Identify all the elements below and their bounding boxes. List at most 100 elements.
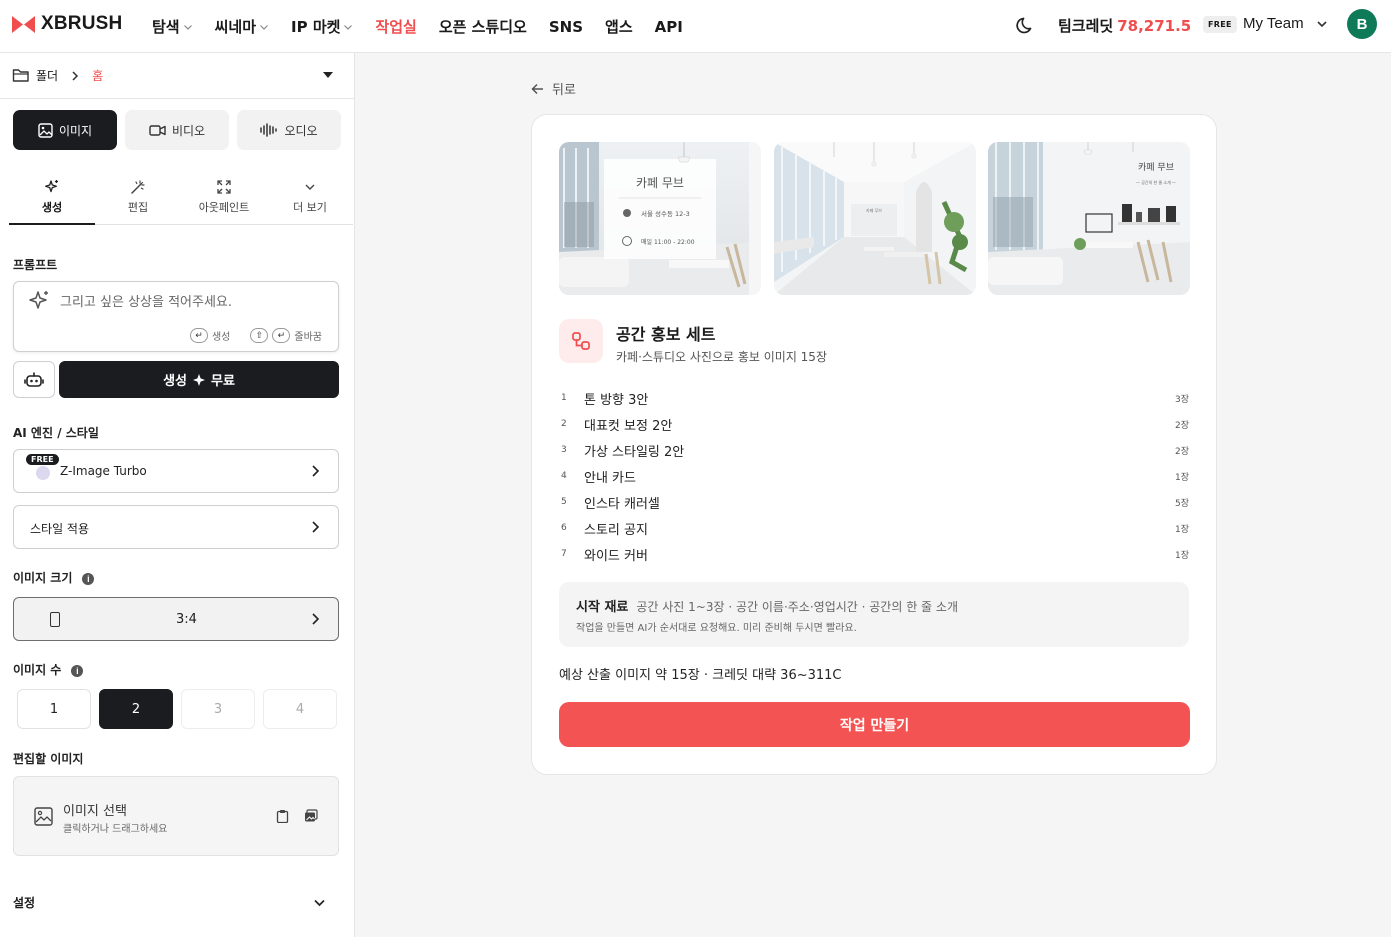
hint-generate: 생성 bbox=[211, 332, 231, 343]
materials-list: 공간 사진 1~3장 · 공간 이름·주소·영업시간 · 공간의 한 줄 소개 bbox=[636, 600, 958, 614]
item-label: 스토리 공지 bbox=[584, 522, 648, 538]
image-upload-dropzone[interactable]: 이미지 선택 클릭하거나 드래그하세요 bbox=[13, 776, 339, 856]
enter-key-icon: ↵ bbox=[272, 328, 291, 343]
video-icon bbox=[149, 124, 166, 136]
info-icon[interactable]: i bbox=[71, 664, 84, 677]
divider bbox=[0, 98, 355, 99]
chevron-right-icon bbox=[312, 465, 320, 477]
top-bar: XBRUSH 탐색 씨네마 IP 마켓 작업실 오픈 스튜디오 SNS 앱스 API 팀크레딧… bbox=[0, 0, 1391, 53]
team-credit[interactable]: 팀크레딧 78,271.5 bbox=[1058, 15, 1191, 36]
chevron-down-icon bbox=[260, 24, 268, 30]
keyboard-hints: ↵ 생성 ⇧ ↵ 줄바꿈 bbox=[189, 328, 322, 343]
arrow-left-icon bbox=[531, 83, 543, 94]
preview-thumbnail-2[interactable]: 카페 무브 bbox=[774, 142, 976, 295]
list-item: 2 대표컷 보정 2안 2장 bbox=[559, 411, 1189, 437]
nav-item[interactable]: 앱스 bbox=[605, 16, 633, 37]
count-label-row: 이미지 수 i bbox=[13, 661, 84, 678]
image-icon bbox=[38, 122, 53, 138]
item-count: 1장 bbox=[1174, 524, 1189, 535]
folder-icon bbox=[12, 69, 29, 82]
count-option-4: 4 bbox=[263, 689, 337, 729]
engine-icon bbox=[36, 466, 50, 480]
chevron-down-icon bbox=[183, 24, 192, 30]
chevron-down-icon[interactable] bbox=[1316, 17, 1328, 31]
create-job-button[interactable]: 작업 만들기 bbox=[559, 702, 1190, 747]
ratio-select[interactable]: 3:4 bbox=[13, 597, 339, 641]
breadcrumb[interactable]: 폴더 홈 bbox=[12, 67, 103, 84]
item-number: 4 bbox=[561, 471, 567, 481]
enter-key-icon: ↵ bbox=[189, 328, 208, 343]
tab-video[interactable]: 비디오 bbox=[125, 110, 229, 150]
back-button[interactable]: 뒤로 bbox=[531, 79, 576, 98]
xbrush-logo-icon bbox=[12, 15, 35, 33]
thumb2-sign: 카페 무브 bbox=[866, 207, 882, 213]
nav-item[interactable]: 탐색 bbox=[152, 16, 193, 37]
item-count: 1장 bbox=[1174, 550, 1189, 561]
caret-down-icon[interactable] bbox=[322, 71, 334, 79]
sidebar: 폴더 홈 이미지 비디오 오디오 생성 편집 아웃페인트 더 보기 프롬프트 그… bbox=[0, 53, 355, 937]
tab-image[interactable]: 이미지 bbox=[13, 110, 117, 150]
settings-label[interactable]: 설정 bbox=[13, 894, 35, 911]
nav-item[interactable]: 오픈 스튜디오 bbox=[439, 16, 527, 37]
main-nav: 탐색 씨네마 IP 마켓 작업실 오픈 스튜디오 SNS 앱스 API bbox=[152, 0, 705, 53]
preview-thumbnail-3[interactable]: 카페 무브 — 공간의 한 줄 소개 — bbox=[988, 142, 1190, 295]
assistant-button[interactable] bbox=[13, 361, 55, 398]
set-title: 공간 홍보 세트 bbox=[616, 325, 716, 344]
gallery-icon[interactable] bbox=[304, 809, 318, 823]
folder-current[interactable]: 홈 bbox=[92, 67, 103, 84]
item-label: 안내 카드 bbox=[584, 470, 636, 486]
list-item: 6 스토리 공지 1장 bbox=[559, 515, 1189, 541]
thumb1-title: 카페 무브 bbox=[636, 176, 684, 190]
nav-item[interactable]: 작업실 bbox=[375, 16, 416, 37]
list-item: 5 인스타 캐러셀 5장 bbox=[559, 489, 1189, 515]
credit-label: 팀크레딧 bbox=[1058, 17, 1114, 35]
nav-item[interactable]: IP 마켓 bbox=[291, 16, 353, 37]
tab-edit[interactable]: 편집 bbox=[95, 178, 181, 225]
item-number: 5 bbox=[561, 497, 567, 507]
list-item: 3 가상 스타일링 2안 2장 bbox=[559, 437, 1189, 463]
engine-select[interactable]: FREE Z-Image Turbo bbox=[13, 449, 339, 493]
sub-tabs: 생성 편집 아웃페인트 더 보기 bbox=[9, 178, 353, 225]
count-option-3: 3 bbox=[181, 689, 255, 729]
style-select[interactable]: 스타일 적용 bbox=[13, 505, 339, 549]
chevron-down-icon[interactable] bbox=[313, 898, 326, 908]
team-name[interactable]: My Team bbox=[1243, 15, 1304, 32]
tab-audio[interactable]: 오디오 bbox=[237, 110, 341, 150]
avatar[interactable]: B bbox=[1347, 9, 1377, 39]
prompt-input[interactable]: 그리고 싶은 상상을 적어주세요. ↵ 생성 ⇧ ↵ 줄바꿈 bbox=[13, 281, 339, 352]
estimate-text: 예상 산출 이미지 약 15장 · 크레딧 대략 36~311C bbox=[559, 668, 842, 683]
item-count: 5장 bbox=[1174, 498, 1189, 509]
nav-item[interactable]: 씨네마 bbox=[215, 16, 269, 37]
chevron-down-icon bbox=[344, 24, 353, 30]
size-label-row: 이미지 크기 i bbox=[13, 569, 95, 586]
item-number: 2 bbox=[561, 419, 567, 429]
tab-outpaint[interactable]: 아웃페인트 bbox=[181, 178, 267, 225]
cafe-guide-card-preview: 카페 무브 서울 성수동 12-3 매일 11:00 - 22:00 bbox=[559, 142, 761, 295]
logo[interactable]: XBRUSH bbox=[12, 13, 122, 35]
count-option-1[interactable]: 1 bbox=[17, 689, 91, 729]
prompt-placeholder: 그리고 싶은 상상을 적어주세요. bbox=[60, 295, 233, 310]
info-icon[interactable]: i bbox=[82, 572, 95, 585]
preview-thumbnail-1[interactable]: 카페 무브 서울 성수동 12-3 매일 11:00 - 22:00 bbox=[559, 142, 761, 295]
clipboard-icon[interactable] bbox=[276, 809, 289, 823]
sparkle-icon bbox=[45, 180, 58, 193]
item-count: 2장 bbox=[1174, 446, 1189, 457]
robot-icon bbox=[24, 371, 44, 387]
ratio-value: 3:4 bbox=[176, 612, 197, 627]
nav-item-label: 씨네마 bbox=[214, 18, 257, 36]
nav-item[interactable]: API bbox=[655, 18, 683, 36]
item-label: 톤 방향 3안 bbox=[584, 392, 649, 408]
dark-mode-icon[interactable] bbox=[1016, 15, 1036, 35]
free-badge: FREE bbox=[26, 454, 59, 465]
tab-generate[interactable]: 생성 bbox=[9, 178, 95, 225]
materials-box: 시작 재료 공간 사진 1~3장 · 공간 이름·주소·영업시간 · 공간의 한 … bbox=[559, 582, 1189, 647]
brand-name: XBRUSH bbox=[41, 13, 123, 34]
image-count-group: 1 2 3 4 bbox=[17, 689, 337, 729]
tab-label: 생성 bbox=[41, 201, 63, 214]
tab-more[interactable]: 더 보기 bbox=[267, 178, 353, 225]
generate-button[interactable]: 생성 무료 bbox=[59, 361, 339, 398]
item-number: 6 bbox=[561, 523, 567, 533]
nav-item[interactable]: SNS bbox=[549, 18, 583, 36]
count-option-2[interactable]: 2 bbox=[99, 689, 173, 729]
prompt-label: 프롬프트 bbox=[13, 258, 58, 272]
